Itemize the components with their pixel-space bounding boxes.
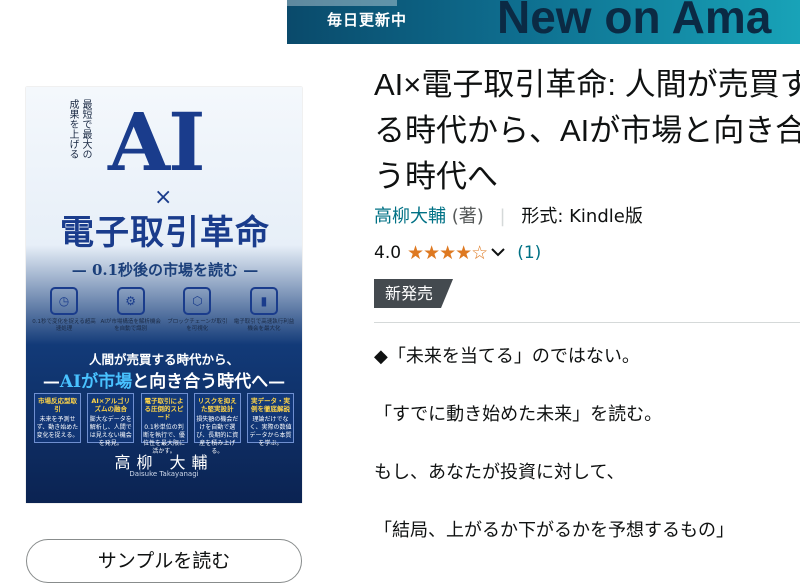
cover-box-body: 膨大なデータを解析し、人間では見えない機会を発見。 xyxy=(89,416,132,447)
chevron-down-icon[interactable] xyxy=(491,245,505,261)
author-link[interactable]: 高柳大輔 xyxy=(374,206,446,227)
promo-banner[interactable]: 毎日更新中 New on Ama xyxy=(287,0,800,44)
cover-band-highlight: AIが市場 xyxy=(59,372,133,392)
cover-box: AI×アルゴリズムの融合膨大なデータを解析し、人間では見えない機会を発見。 xyxy=(87,393,135,447)
cover-feature: ◷ 0.1秒で変化を捉える超高速処理 xyxy=(32,287,96,333)
cover-box: リスクを抑えた堅実設計 損失額の機会だけを自動で選び、長期的に資産を積み上げる。 xyxy=(193,393,241,455)
cover-box-head: リスクを抑えた堅実設計 xyxy=(197,397,237,413)
cover-box-body: 理論だけでなく、実際の数値データから本質を学ぶ。 xyxy=(249,416,292,447)
byline: 高柳大輔 (著) | 形式: Kindle版 xyxy=(374,202,643,228)
cover-feature-text: 電子取引で高速執行利益機会を最大化 xyxy=(233,319,295,332)
star-rating-icon[interactable]: ★★★★☆ xyxy=(407,242,488,264)
banner-headline: New on Ama xyxy=(497,0,772,43)
cover-feature: ⚙ AIが市場構造を解析機会を自動で識別 xyxy=(99,287,163,333)
cover-box-head: 市場反応型取引 xyxy=(38,397,77,413)
cover-author-romaji: Daisuke Takayanagi xyxy=(129,470,199,478)
cover-band-post: と向き合う時代へ— xyxy=(132,372,286,392)
cover-box-head: 実データ・実例を徹底解説 xyxy=(251,397,290,413)
product-title: AI×電子取引革命: 人間が売買す る時代から、AIが市場と向き合 う時代へ xyxy=(374,67,800,194)
cover-box-head: 電子取引による圧倒的スピード xyxy=(144,397,184,421)
cover-main-title: 電子取引革命 xyxy=(60,213,270,253)
cover-tagline: 最短で最大の成果を上げる xyxy=(67,99,91,159)
section-divider xyxy=(374,322,800,323)
cover-box: 電子取引による圧倒的スピード 0.1秒単位の判断を執行で、優位性を最大限に活かす。 xyxy=(140,393,188,455)
author-role: (著) xyxy=(451,206,484,227)
cover-feature: ▮ 電子取引で高速執行利益機会を最大化 xyxy=(232,287,296,333)
cover-box: 実データ・実例を徹底解説理論だけでなく、実際の数値データから本質を学ぶ。 xyxy=(247,393,294,447)
cover-feature-text: 0.1秒で変化を捉える超高速処理 xyxy=(32,319,96,332)
description-line: ◆「未来を当てる」のではない。 xyxy=(374,346,640,367)
description-line: 「結局、上がるか下がるかを予想するもの」 xyxy=(374,520,734,541)
banner-decoration xyxy=(287,0,397,6)
chart-icon: ⚙ xyxy=(116,287,145,315)
cover-feature: ⬡ ブロックチェーンが取引を可視化 xyxy=(165,287,229,333)
format-label: 形式: Kindle版 xyxy=(521,206,643,227)
bar-chart-icon: ▮ xyxy=(249,287,278,315)
cover-box: 市場反応型取引未来を予測せず、動き始めた変化を捉える。 xyxy=(34,393,81,443)
blockchain-icon: ⬡ xyxy=(183,287,212,315)
description-line: 「すでに動き始めた未来」を読む。 xyxy=(374,404,663,425)
cover-ai-text: AI xyxy=(108,95,205,189)
new-release-badge: 新発売 xyxy=(374,279,453,308)
cover-feature-text: AIが市場構造を解析機会を自動で識別 xyxy=(100,319,161,332)
read-sample-button[interactable]: サンプルを読む xyxy=(26,539,302,583)
stopwatch-icon: ◷ xyxy=(50,287,78,315)
rating-value: 4.0 xyxy=(374,243,402,263)
banner-small-text: 毎日更新中 xyxy=(327,11,408,29)
cover-feature-boxes: 市場反応型取引未来を予測せず、動き始めた変化を捉える。 AI×アルゴリズムの融合… xyxy=(34,393,294,455)
rating-row: 4.0 ★★★★☆ (1) xyxy=(374,242,541,264)
cover-subtitle: — 0.1秒後の市場を読む — xyxy=(71,261,259,279)
byline-separator: | xyxy=(499,206,506,227)
cover-box-body: 未来を予測せず、動き始めた変化を捉える。 xyxy=(36,416,79,439)
cover-feature-text: ブロックチェーンが取引を可視化 xyxy=(167,319,228,332)
book-cover-image[interactable]: 最短で最大の成果を上げる AI × 電子取引革命 — 0.1秒後の市場を読む —… xyxy=(26,87,302,503)
rating-count-link[interactable]: (1) xyxy=(517,243,541,263)
cover-band-line2: —AIが市場と向き合う時代へ— xyxy=(26,367,302,392)
cover-band-pre: — xyxy=(42,372,60,392)
description-line: もし、あなたが投資に対して、 xyxy=(374,462,625,483)
product-description: ◆「未来を当てる」のではない。 「すでに動き始めた未来」を読む。 もし、あなたが… xyxy=(374,342,800,574)
cover-feature-row: ◷ 0.1秒で変化を捉える超高速処理 ⚙ AIが市場構造を解析機会を自動で識別 … xyxy=(32,287,296,333)
cover-box-head: AI×アルゴリズムの融合 xyxy=(91,397,131,413)
cover-band-line1: 人間が売買する時代から、 xyxy=(88,352,239,367)
